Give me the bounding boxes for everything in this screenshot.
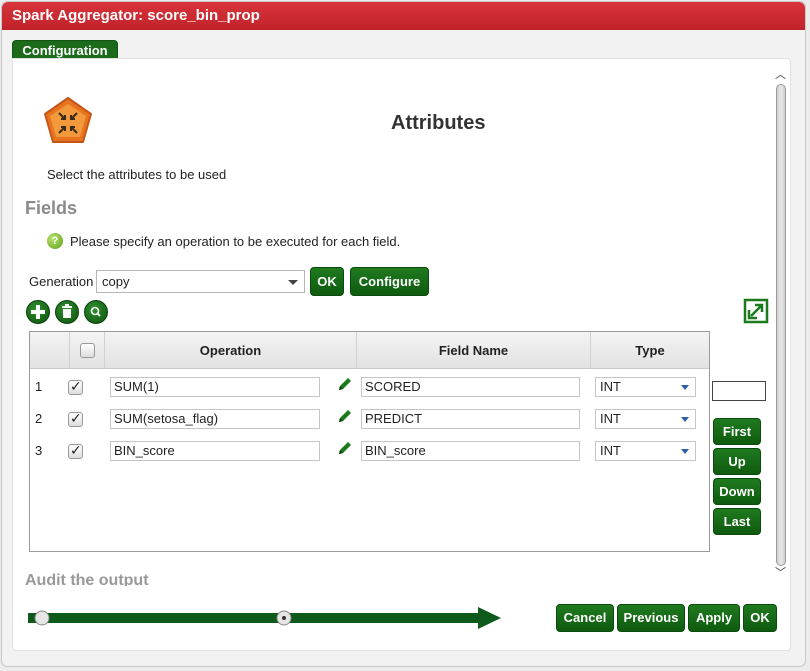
header-num-cell bbox=[30, 332, 70, 369]
aggregator-icon bbox=[44, 97, 92, 143]
operation-input[interactable]: SUM(1) bbox=[110, 377, 320, 397]
type-value: INT bbox=[600, 379, 621, 394]
operation-input[interactable]: BIN_score bbox=[110, 441, 320, 461]
row-number: 1 bbox=[35, 379, 43, 394]
generation-value: copy bbox=[102, 274, 130, 289]
apply-button[interactable]: Apply bbox=[688, 604, 740, 632]
fields-heading: Fields bbox=[25, 198, 78, 218]
expand-icon[interactable] bbox=[743, 298, 769, 324]
row-number: 2 bbox=[35, 411, 43, 426]
row-number: 3 bbox=[35, 443, 43, 458]
hint-text: Please specify an operation to be execut… bbox=[70, 233, 401, 249]
type-value: INT bbox=[600, 411, 621, 426]
up-button[interactable]: Up bbox=[713, 448, 761, 475]
page-title: Attributes bbox=[391, 112, 486, 134]
scroll-up-icon[interactable]: ︿ bbox=[775, 66, 786, 82]
pencil-icon[interactable] bbox=[336, 407, 354, 425]
window-title: Spark Aggregator: score_bin_prop bbox=[2, 2, 805, 30]
chevron-down-icon bbox=[681, 449, 689, 454]
field-name-input[interactable]: PREDICT bbox=[361, 409, 580, 429]
last-button[interactable]: Last bbox=[713, 508, 761, 535]
row-checkbox[interactable] bbox=[68, 378, 83, 395]
attribute-grid: Operation Field Name Type 1 SUM(1) SCORE… bbox=[29, 331, 710, 552]
select-all-checkbox[interactable] bbox=[80, 343, 95, 358]
delete-icon[interactable] bbox=[55, 300, 79, 324]
grid-header: Operation Field Name Type bbox=[30, 332, 709, 369]
pencil-icon[interactable] bbox=[336, 439, 354, 457]
cancel-button[interactable]: Cancel bbox=[556, 604, 614, 632]
down-button[interactable]: Down bbox=[713, 478, 761, 505]
fields-hint: ? Please specify an operation to be exec… bbox=[47, 233, 400, 249]
type-select[interactable]: INT bbox=[595, 377, 696, 397]
ok-button[interactable]: OK bbox=[743, 604, 777, 632]
row-position-input[interactable] bbox=[712, 381, 766, 401]
previous-button[interactable]: Previous bbox=[617, 604, 685, 632]
header-field-name[interactable]: Field Name bbox=[357, 332, 591, 369]
chevron-down-icon bbox=[681, 417, 689, 422]
operation-input[interactable]: SUM(setosa_flag) bbox=[110, 409, 320, 429]
table-row: 3 BIN_score BIN_score INT bbox=[30, 434, 709, 466]
type-value: INT bbox=[600, 443, 621, 458]
wizard-progress bbox=[28, 607, 501, 629]
instruction-text: Select the attributes to be used bbox=[47, 167, 227, 182]
field-name-input[interactable]: BIN_score bbox=[361, 441, 580, 461]
scroll-down-icon[interactable]: ﹀ bbox=[775, 564, 786, 580]
help-icon: ? bbox=[47, 233, 63, 249]
table-row: 2 SUM(setosa_flag) PREDICT INT bbox=[30, 402, 709, 434]
pencil-icon[interactable] bbox=[336, 375, 354, 393]
scrollbar-thumb[interactable] bbox=[776, 84, 786, 566]
header-type[interactable]: Type bbox=[591, 332, 709, 369]
generation-select[interactable]: copy bbox=[96, 270, 305, 293]
search-icon[interactable] bbox=[84, 300, 108, 324]
generation-ok-button[interactable]: OK bbox=[310, 267, 344, 296]
type-select[interactable]: INT bbox=[595, 409, 696, 429]
type-select[interactable]: INT bbox=[595, 441, 696, 461]
chevron-down-icon bbox=[288, 280, 298, 285]
vertical-scrollbar[interactable]: ︿ ﹀ bbox=[773, 68, 789, 588]
row-checkbox[interactable] bbox=[68, 410, 83, 427]
header-operation[interactable]: Operation bbox=[105, 332, 357, 369]
chevron-down-icon bbox=[681, 385, 689, 390]
generation-label: Generation bbox=[29, 274, 94, 289]
tab-configuration[interactable]: Configuration bbox=[12, 40, 118, 59]
table-row: 1 SUM(1) SCORED INT bbox=[30, 370, 709, 402]
first-button[interactable]: First bbox=[713, 418, 761, 445]
row-checkbox[interactable] bbox=[68, 442, 83, 459]
field-name-input[interactable]: SCORED bbox=[361, 377, 580, 397]
add-icon[interactable] bbox=[26, 300, 50, 324]
header-select-cell bbox=[70, 332, 105, 369]
configure-button[interactable]: Configure bbox=[350, 267, 429, 296]
audit-heading: Audit the output bbox=[25, 572, 149, 586]
